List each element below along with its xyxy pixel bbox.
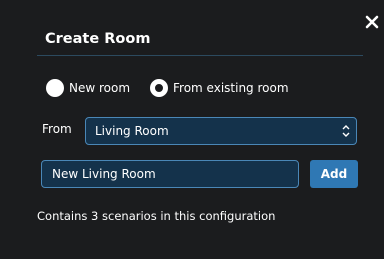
room-name-input[interactable]	[41, 160, 299, 188]
from-label: From	[42, 122, 72, 136]
add-button[interactable]: Add	[310, 160, 358, 188]
radio-from-existing-room[interactable]: From existing room	[150, 79, 289, 97]
source-room-select-value: Living Room	[95, 124, 169, 138]
close-icon[interactable]	[365, 15, 379, 29]
title-divider	[37, 55, 363, 56]
radio-button-selected[interactable]	[150, 79, 168, 97]
source-room-select[interactable]: Living Room	[85, 117, 357, 145]
create-room-dialog: Create Room New room From existing room …	[0, 0, 384, 259]
dialog-title: Create Room	[45, 31, 151, 47]
select-caret-icon	[342, 125, 350, 137]
radio-button-unselected[interactable]	[46, 79, 64, 97]
radio-new-room[interactable]: New room	[46, 79, 130, 97]
radio-label-from-existing-room: From existing room	[173, 81, 289, 95]
radio-label-new-room: New room	[69, 81, 131, 95]
scenario-info-text: Contains 3 scenarios in this configurati…	[37, 209, 276, 223]
